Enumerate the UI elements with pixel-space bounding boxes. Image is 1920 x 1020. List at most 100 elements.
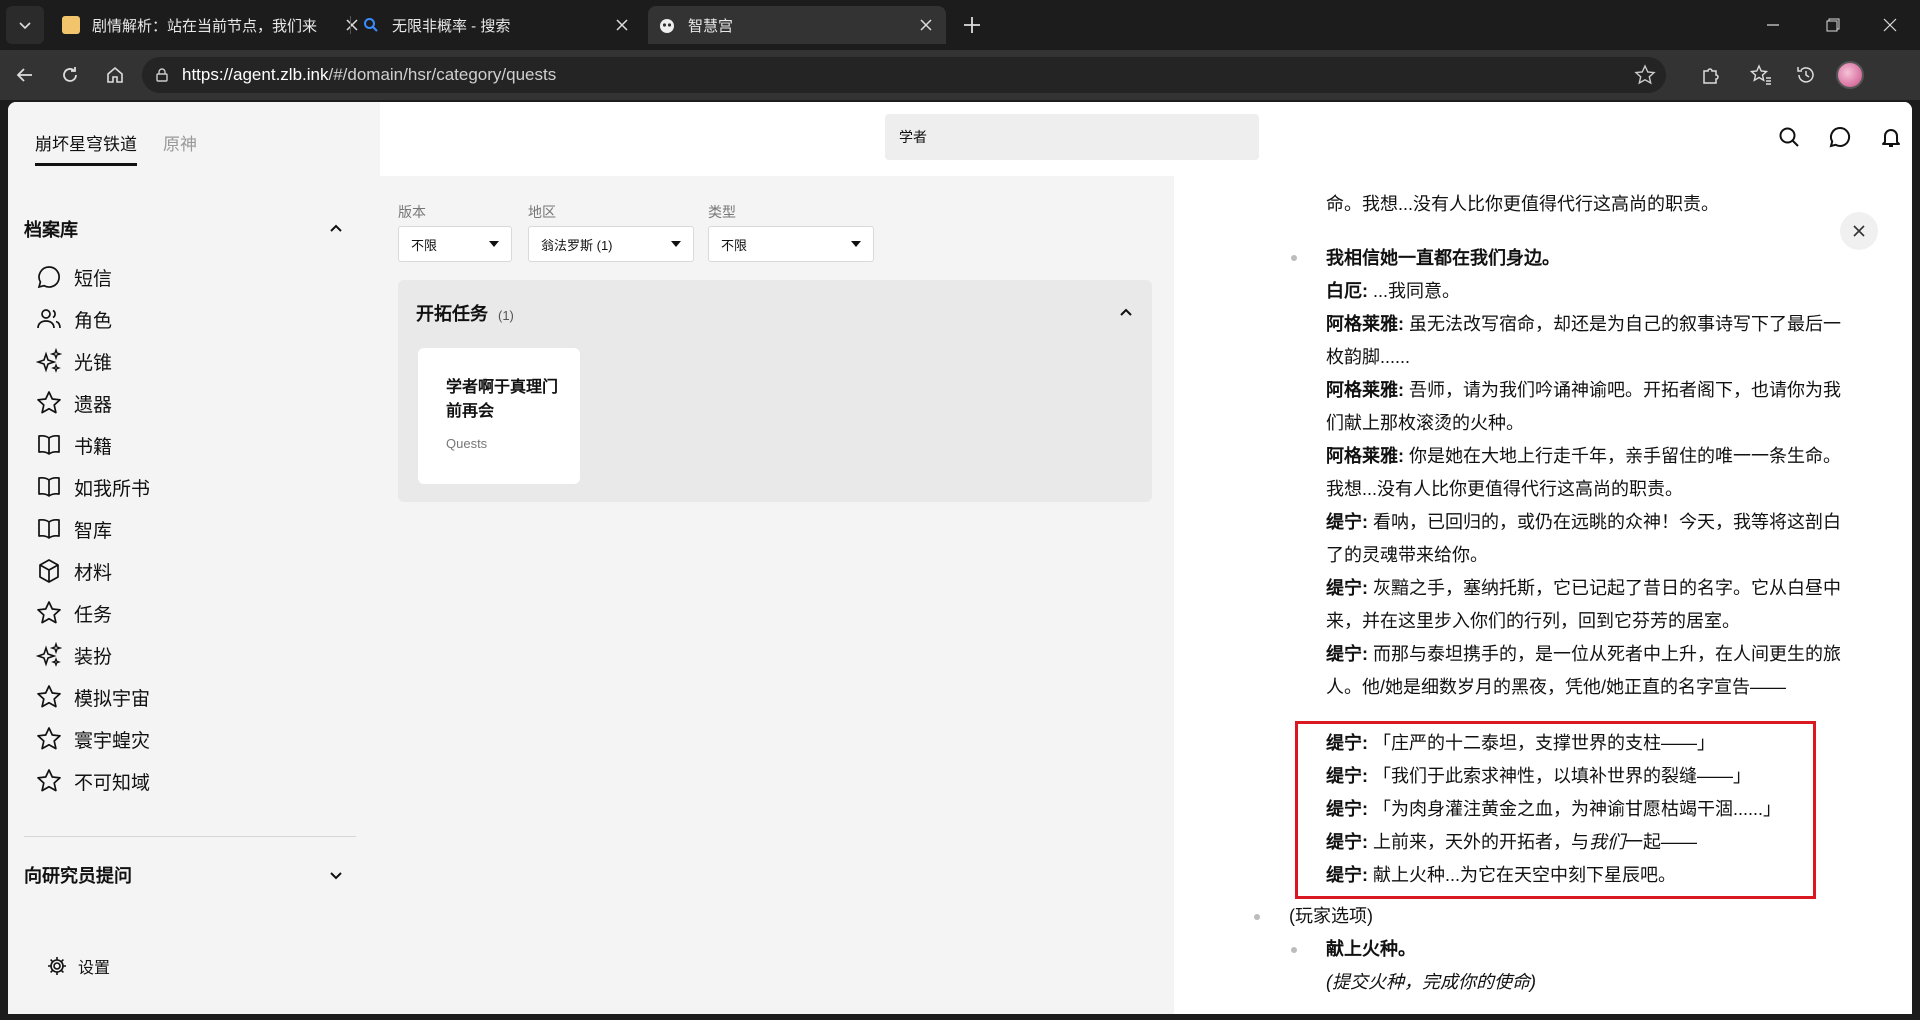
lock-icon[interactable]	[154, 67, 170, 83]
panel-count: (1)	[498, 308, 514, 323]
close-icon[interactable]	[612, 15, 632, 35]
player-option-note: (提交火种，完成你的使命)	[1326, 972, 1536, 992]
sidebar-item-books[interactable]: 书籍	[34, 424, 150, 466]
star-icon	[34, 598, 64, 628]
arrow-left-icon	[16, 68, 32, 82]
owl-favicon-icon	[658, 16, 676, 34]
settings-label: 设置	[78, 960, 111, 977]
reload-button[interactable]	[55, 60, 85, 90]
sidebar: 崩坏星穹铁道 原神 档案库 短信 角色 光锥 遗器 书籍 如我所书 智库 材料 …	[8, 102, 380, 1014]
chat-button[interactable]	[1825, 122, 1855, 152]
sparkles-icon	[34, 346, 64, 376]
select-value: 不限	[411, 237, 438, 253]
select-value: 不限	[721, 237, 748, 253]
sidebar-item-label: 寰宇蝗灾	[74, 730, 151, 752]
back-button[interactable]	[10, 60, 40, 90]
sidebar-item-label: 角色	[74, 310, 113, 332]
chat-bubble-icon	[1829, 126, 1851, 148]
url-host: https://agent.zlb.ink	[182, 65, 329, 84]
panel-header[interactable]: 开拓任务 (1)	[416, 300, 1134, 326]
caret-down-icon	[851, 241, 861, 247]
sidebar-item-library[interactable]: 智库	[34, 508, 150, 550]
anime-avatar-favicon-icon	[62, 16, 80, 34]
dialogue-line: 缇宁: 灰黯之手，塞纳托斯，它已记起了昔日的名字。它从白昼中来，并在这里步入你们…	[1326, 578, 1841, 631]
ask-researcher-section-header[interactable]: 向研究员提问	[24, 862, 344, 888]
restore-button[interactable]	[1805, 0, 1861, 50]
star-icon	[34, 766, 64, 796]
browser-tab-1[interactable]: 剧情解析：站在当前节点，我们来	[52, 6, 372, 44]
search-button[interactable]	[1774, 122, 1804, 152]
close-window-button[interactable]	[1862, 0, 1918, 50]
archive-section-header[interactable]: 档案库	[24, 216, 344, 242]
sidebar-item-label: 任务	[74, 604, 113, 626]
sidebar-item-unknowable-domain[interactable]: 不可知域	[34, 760, 150, 802]
sidebar-item-label: 模拟宇宙	[74, 688, 151, 710]
tab-genshin[interactable]: 原神	[163, 130, 197, 166]
tab-title: 智慧宫	[688, 17, 734, 35]
game-tabs: 崩坏星穹铁道 原神	[35, 130, 197, 166]
chevron-up-icon	[330, 224, 342, 232]
quest-card-type: Quests	[446, 436, 488, 451]
sidebar-item-label: 如我所书	[74, 478, 151, 500]
dialogue-line: 阿格莱雅: 虽无法改写宿命，却还是为自己的叙事诗写下了最后一枚韵脚......	[1326, 314, 1841, 367]
sidebar-item-swarm-disaster[interactable]: 寰宇蝗灾	[34, 718, 150, 760]
version-select[interactable]: 不限	[398, 226, 512, 262]
favorite-star-icon[interactable]	[1634, 64, 1656, 91]
player-option-line: 献上火种。	[1326, 939, 1416, 959]
list-bullet	[1291, 255, 1297, 261]
type-select[interactable]: 不限	[708, 226, 874, 262]
book-open-icon	[34, 472, 64, 502]
star-icon	[34, 388, 64, 418]
settings-button[interactable]: 设置	[46, 954, 110, 978]
history-button[interactable]	[1791, 60, 1821, 90]
archive-nav-list: 短信 角色 光锥 遗器 书籍 如我所书 智库 材料 任务 装扮 模拟宇宙 寰宇蝗…	[34, 256, 150, 802]
address-bar[interactable]: https://agent.zlb.ink/#/domain/hsr/categ…	[142, 57, 1666, 93]
sidebar-item-relics[interactable]: 遗器	[34, 382, 150, 424]
book-open-icon	[34, 430, 64, 460]
quest-list-area: 版本 不限 地区 翁法罗斯 (1) 类型 不限 开拓任务 (1) 学者啊于真理门…	[380, 176, 1174, 1014]
dialogue-line: 白厄: ...我同意。	[1326, 281, 1461, 301]
archive-heading: 档案库	[24, 220, 78, 240]
sidebar-item-messages[interactable]: 短信	[34, 256, 150, 298]
new-tab-button[interactable]	[954, 10, 990, 40]
users-icon	[34, 304, 64, 334]
sidebar-item-light-cones[interactable]: 光锥	[34, 340, 150, 382]
tab-hsr[interactable]: 崩坏星穹铁道	[35, 130, 137, 166]
search-input[interactable]: 学者	[885, 114, 1259, 160]
sidebar-item-characters[interactable]: 角色	[34, 298, 150, 340]
minimize-icon	[1767, 24, 1779, 26]
browser-tab-2[interactable]: 无限非概率 - 搜索	[352, 6, 642, 44]
sidebar-item-label: 智库	[74, 520, 113, 542]
tab-actions-menu-button[interactable]	[6, 6, 44, 44]
chevron-down-icon	[19, 22, 31, 30]
list-bullet	[1291, 947, 1297, 953]
favorites-button[interactable]	[1746, 60, 1776, 90]
extensions-button[interactable]	[1696, 60, 1726, 90]
filter-label: 类型	[708, 204, 736, 220]
filter-type: 类型 不限	[708, 202, 874, 262]
home-button[interactable]	[100, 60, 130, 90]
gear-icon	[46, 955, 68, 977]
caret-down-icon	[489, 241, 499, 247]
sidebar-item-quests[interactable]: 任务	[34, 592, 150, 634]
browser-tab-3-active[interactable]: 智慧宫	[648, 6, 946, 44]
puzzle-icon	[1703, 68, 1719, 84]
list-bullet	[1254, 914, 1260, 920]
restore-icon	[1826, 18, 1840, 32]
sidebar-item-simulated-universe[interactable]: 模拟宇宙	[34, 676, 150, 718]
notifications-button[interactable]	[1876, 122, 1906, 152]
ask-heading: 向研究员提问	[24, 866, 132, 886]
profile-avatar[interactable]	[1836, 61, 1864, 89]
player-options-label: (玩家选项)	[1289, 906, 1373, 926]
sidebar-item-outfits[interactable]: 装扮	[34, 634, 150, 676]
filter-label: 地区	[528, 204, 556, 220]
sidebar-item-materials[interactable]: 材料	[34, 550, 150, 592]
close-icon[interactable]	[916, 15, 936, 35]
quest-card[interactable]: 学者啊于真理门前再会 Quests	[418, 348, 580, 484]
region-select[interactable]: 翁法罗斯 (1)	[528, 226, 694, 262]
url-path: /#/domain/hsr/category/quests	[328, 65, 557, 84]
minimize-button[interactable]	[1745, 0, 1801, 50]
star-icon	[34, 724, 64, 754]
filter-label: 版本	[398, 204, 426, 220]
sidebar-item-as-i-write[interactable]: 如我所书	[34, 466, 150, 508]
